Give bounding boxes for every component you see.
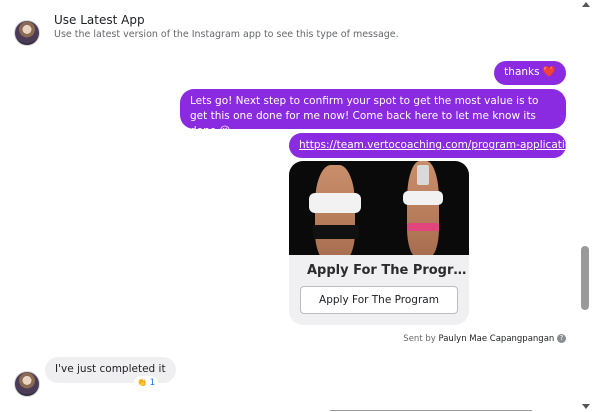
reaction-badge[interactable]: 👏 1 xyxy=(134,376,159,389)
reaction-count: 1 xyxy=(149,378,156,388)
apply-program-button[interactable]: Apply For The Program xyxy=(300,286,458,314)
scrollbar-thumb[interactable] xyxy=(581,246,589,310)
clap-icon: 👏 xyxy=(137,378,147,387)
message-link[interactable]: https://team.vertocoaching.com/program-a… xyxy=(289,133,566,158)
message-incoming-text: I've just completed it xyxy=(55,363,166,375)
link-text[interactable]: https://team.vertocoaching.com/program-a… xyxy=(299,139,566,151)
sender-avatar-bottom[interactable] xyxy=(14,371,40,397)
message-thanks-text: thanks ❤️ xyxy=(504,66,556,78)
message-lets-go-text: Lets go! Next step to confirm your spot … xyxy=(190,95,539,137)
notice-title: Use Latest App xyxy=(54,13,145,27)
sent-by-name: Paulyn Mae Capangpangan xyxy=(438,334,555,344)
next-message-edge xyxy=(330,410,532,411)
scroll-down-arrow[interactable] xyxy=(582,404,590,409)
help-icon[interactable]: ? xyxy=(557,334,566,343)
notice-subtitle: Use the latest version of the Instagram … xyxy=(54,29,399,40)
sender-avatar-top[interactable] xyxy=(14,20,40,46)
message-lets-go[interactable]: Lets go! Next step to confirm your spot … xyxy=(180,89,566,137)
scroll-up-arrow[interactable] xyxy=(582,2,590,7)
link-preview-card[interactable]: Apply For The Progr… Apply For The Progr… xyxy=(289,161,469,325)
message-thanks[interactable]: thanks ❤️ xyxy=(494,61,566,85)
card-title: Apply For The Progr… xyxy=(307,263,467,278)
sent-by-prefix: Sent by xyxy=(403,334,436,344)
card-preview-image xyxy=(289,161,469,255)
sent-by-line: Sent by Paulyn Mae Capangpangan ? xyxy=(403,334,566,344)
